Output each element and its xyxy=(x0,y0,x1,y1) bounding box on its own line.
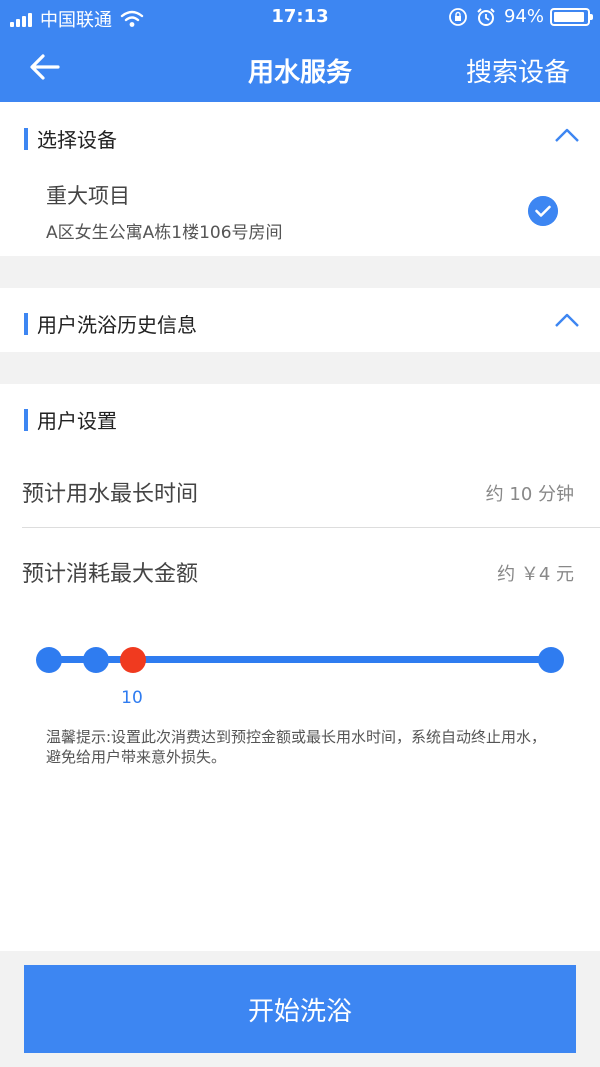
section-accent-bar xyxy=(24,312,28,335)
user-settings-header: 用户设置 xyxy=(24,405,117,434)
max-amount-value: 约 ￥4 元 xyxy=(497,564,574,585)
search-device-button[interactable]: 搜索设备 xyxy=(466,52,570,89)
slider-stop[interactable] xyxy=(538,647,564,673)
slider-handle[interactable] xyxy=(120,647,146,673)
check-circle-icon[interactable] xyxy=(528,196,558,226)
max-time-label: 预计用水最长时间 xyxy=(22,482,199,507)
max-amount-label: 预计消耗最大金额 xyxy=(22,562,199,587)
status-bar: 中国联通 17:13 94% xyxy=(0,0,600,34)
history-title: 用户洗浴历史信息 xyxy=(37,313,197,337)
max-time-value: 约 10 分钟 xyxy=(485,484,574,505)
battery-percent: 94% xyxy=(503,6,544,27)
battery-icon xyxy=(550,7,593,26)
device-name[interactable]: 重大项目 xyxy=(46,180,130,210)
user-settings-title: 用户设置 xyxy=(37,409,117,433)
alarm-icon xyxy=(477,7,495,26)
section-accent-bar xyxy=(24,408,28,431)
rotation-lock-icon xyxy=(449,7,467,26)
select-device-header[interactable]: 选择设备 xyxy=(24,124,117,153)
slider-selected-value: 10 xyxy=(121,688,143,708)
battery-level xyxy=(554,11,585,22)
amount-slider[interactable] xyxy=(36,640,564,680)
chevron-up-icon[interactable] xyxy=(554,312,580,328)
row-divider xyxy=(22,527,600,528)
start-bath-button[interactable]: 开始洗浴 xyxy=(24,965,576,1053)
select-device-title: 选择设备 xyxy=(37,128,117,152)
device-location[interactable]: A区女生公寓A栋1楼106号房间 xyxy=(46,218,283,243)
chevron-up-icon[interactable] xyxy=(554,127,580,143)
warm-tip: 温馨提示:设置此次消费达到预控金额或最长用水时间，系统自动终止用水，避免给用户带… xyxy=(46,728,547,766)
slider-stop[interactable] xyxy=(36,647,62,673)
slider-stop[interactable] xyxy=(83,647,109,673)
status-right: 94% xyxy=(448,6,593,27)
app-header: 中国联通 17:13 94% 用水服务 搜索设备 xyxy=(0,0,600,102)
section-accent-bar xyxy=(24,127,28,150)
history-header[interactable]: 用户洗浴历史信息 xyxy=(24,309,197,338)
